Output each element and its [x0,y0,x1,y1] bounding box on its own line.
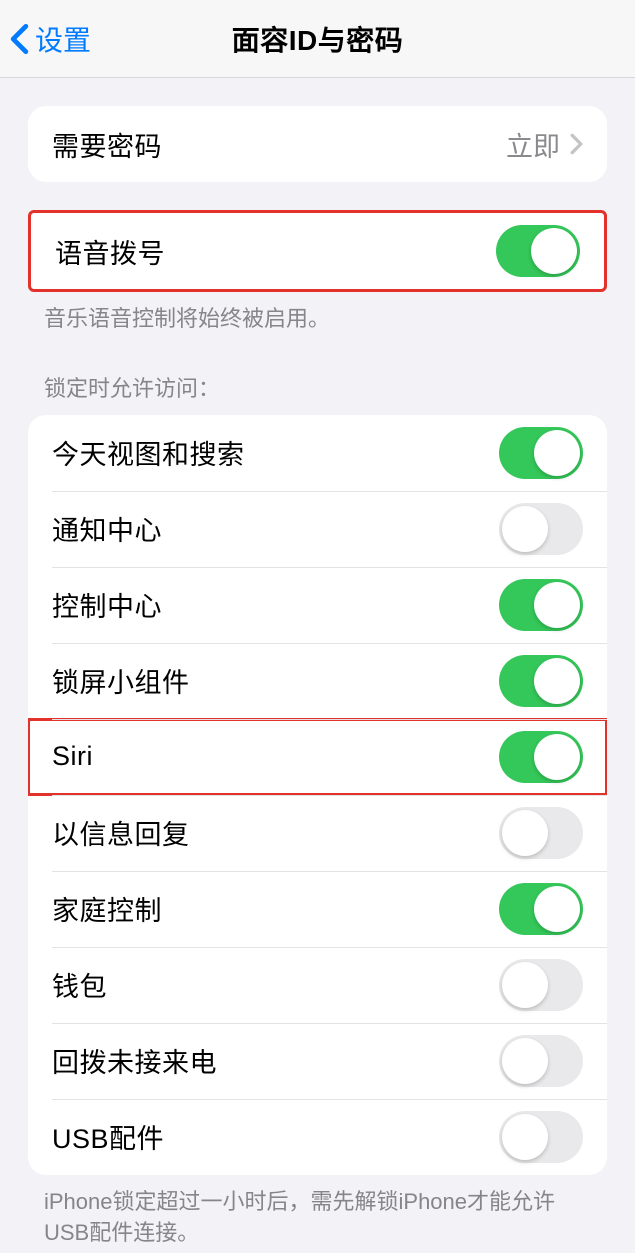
lock-access-label: 控制中心 [52,585,162,624]
lock-access-label: 通知中心 [52,509,162,548]
content: 需要密码 立即 语音拨号 音乐语音控制将始终被启用。 锁定时允许访问： 今天视图… [0,106,635,1248]
toggle-knob [502,1038,548,1084]
lock-access-row: 今天视图和搜索 [28,415,607,491]
lock-access-footer: iPhone锁定超过一小时后，需先解锁iPhone才能允许USB配件连接。 [0,1175,635,1249]
require-passcode-row[interactable]: 需要密码 立即 [28,106,607,182]
lock-access-row: 锁屏小组件 [28,643,607,719]
toggle-knob [502,506,548,552]
lock-access-toggle[interactable] [499,731,583,783]
toggle-knob [534,734,580,780]
lock-access-row: 以信息回复 [28,795,607,871]
passcode-group: 需要密码 立即 [28,106,607,182]
lock-access-group: 今天视图和搜索通知中心控制中心锁屏小组件 Siri 以信息回复家庭控制钱包回拨未接来… [28,415,607,1175]
lock-access-row: 控制中心 [28,567,607,643]
lock-access-toggle[interactable] [499,503,583,555]
voice-dial-group: 语音拨号 [28,210,607,292]
voice-dial-toggle[interactable] [496,225,580,277]
toggle-knob [534,886,580,932]
lock-access-toggle[interactable] [499,807,583,859]
back-button[interactable]: 设置 [0,19,91,59]
nav-bar: 设置 面容ID与密码 [0,0,635,78]
lock-access-label: 今天视图和搜索 [52,433,245,472]
lock-access-label: Siri [52,741,93,772]
require-passcode-label: 需要密码 [52,125,162,164]
lock-access-row: 钱包 [28,947,607,1023]
lock-access-toggle[interactable] [499,1111,583,1163]
toggle-knob [531,228,577,274]
lock-access-toggle[interactable] [499,655,583,707]
lock-access-label: 钱包 [52,965,107,1004]
lock-access-label: 以信息回复 [52,813,190,852]
row-right: 立即 [506,125,583,164]
toggle-knob [534,430,580,476]
lock-access-row: 家庭控制 [28,871,607,947]
lock-access-label: 回拨未接来电 [52,1041,217,1080]
toggle-knob [534,658,580,704]
toggle-knob [502,1114,548,1160]
toggle-knob [502,810,548,856]
toggle-knob [502,962,548,1008]
lock-access-header: 锁定时允许访问： [0,371,635,415]
lock-access-row: 通知中心 [28,491,607,567]
lock-access-label: USB配件 [52,1117,164,1156]
lock-access-toggle[interactable] [499,427,583,479]
lock-access-toggle[interactable] [499,579,583,631]
toggle-knob [534,582,580,628]
lock-access-row: Siri [28,719,607,795]
lock-access-toggle[interactable] [499,1035,583,1087]
voice-dial-footer: 音乐语音控制将始终被启用。 [0,292,635,335]
voice-dial-row: 语音拨号 [31,213,604,289]
lock-access-toggle[interactable] [499,883,583,935]
lock-access-label: 家庭控制 [52,889,162,928]
lock-access-row: USB配件 [28,1099,607,1175]
chevron-left-icon [10,23,29,55]
chevron-right-icon [570,133,583,155]
back-label: 设置 [35,19,91,59]
lock-access-toggle[interactable] [499,959,583,1011]
lock-access-label: 锁屏小组件 [52,661,190,700]
voice-dial-label: 语音拨号 [55,232,165,271]
lock-access-row: 回拨未接来电 [28,1023,607,1099]
page-title: 面容ID与密码 [232,19,404,59]
require-passcode-value: 立即 [506,125,560,164]
